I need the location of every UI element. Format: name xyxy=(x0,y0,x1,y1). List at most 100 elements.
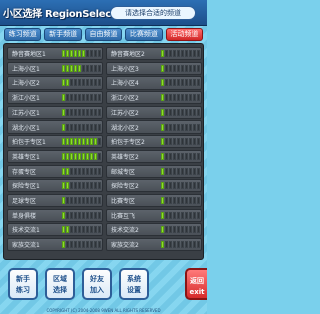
back-exit-button[interactable]: 返回 exit xyxy=(185,268,207,300)
server-load-meter xyxy=(161,94,200,102)
server-row[interactable]: 英雄专区1 xyxy=(7,149,103,163)
load-segment xyxy=(185,64,188,72)
load-segment xyxy=(82,94,85,102)
server-row[interactable]: 上海小区2 xyxy=(7,76,103,90)
friend-join-button[interactable]: 好友 加入 xyxy=(82,268,112,300)
load-segment xyxy=(161,50,164,58)
server-row[interactable]: 上海小区4 xyxy=(106,76,202,90)
load-segment xyxy=(98,138,101,146)
load-segment xyxy=(82,79,85,87)
region-select-button[interactable]: 区域 选择 xyxy=(45,268,75,300)
server-row[interactable]: 探险专区1 xyxy=(7,179,103,193)
load-segment xyxy=(181,241,184,249)
server-row[interactable]: 拍包于专区2 xyxy=(106,135,202,149)
server-row[interactable]: 家族交流1 xyxy=(7,237,103,252)
server-row[interactable]: 比赛互飞 xyxy=(106,208,202,222)
server-load-meter xyxy=(62,123,101,131)
load-segment xyxy=(169,123,172,131)
load-segment xyxy=(181,211,184,219)
load-segment xyxy=(165,108,168,116)
server-row[interactable]: 单身俱楼 xyxy=(7,208,103,222)
load-segment xyxy=(185,94,188,102)
tab-free[interactable]: 自由频道 xyxy=(84,28,123,41)
server-name: 拍包于专区1 xyxy=(12,139,46,147)
region-select-screen: 小区选择 RegionSelection 请选择合适的频道 练习频道 新手频道 … xyxy=(0,0,207,314)
tab-practice[interactable]: 练习频道 xyxy=(4,28,42,41)
tab-event[interactable]: 活动频道 xyxy=(165,28,204,41)
tab-novice[interactable]: 新手频道 xyxy=(44,28,82,41)
load-segment xyxy=(86,226,89,234)
novice-practice-button[interactable]: 新手 练习 xyxy=(8,268,38,300)
server-row[interactable]: 拍包于专区1 xyxy=(7,135,103,149)
server-name: 家族交流2 xyxy=(111,242,139,250)
tab-match[interactable]: 比赛频道 xyxy=(125,28,163,41)
load-segment xyxy=(173,167,176,175)
server-row[interactable]: 比赛专区 xyxy=(106,193,202,208)
server-row[interactable]: 英雄专区2 xyxy=(106,149,202,163)
server-row[interactable]: 浙江小区1 xyxy=(7,91,103,105)
bottom-toolbar: 新手 练习 区域 选择 好友 加入 系统 设置 返回 exit COPYRIGH… xyxy=(0,264,207,314)
load-segment xyxy=(62,226,65,234)
server-row[interactable]: 技术交流2 xyxy=(106,223,202,237)
load-segment xyxy=(78,152,81,160)
load-segment xyxy=(193,79,196,87)
server-row[interactable]: 上海小区3 xyxy=(106,61,202,75)
load-segment xyxy=(177,123,180,131)
load-segment xyxy=(94,196,97,204)
load-segment xyxy=(98,108,101,116)
load-segment xyxy=(161,182,164,190)
load-segment xyxy=(173,211,176,219)
server-row[interactable]: 上海小区1 xyxy=(7,61,103,75)
load-segment xyxy=(189,167,192,175)
header-bar: 小区选择 RegionSelection 请选择合适的频道 xyxy=(0,0,207,26)
server-row[interactable]: 静音赛地区1 xyxy=(7,47,103,61)
load-segment xyxy=(189,226,192,234)
load-segment xyxy=(90,94,93,102)
load-segment xyxy=(62,94,65,102)
load-segment xyxy=(165,152,168,160)
server-row[interactable]: 探险专区2 xyxy=(106,179,202,193)
load-segment xyxy=(161,241,164,249)
load-segment xyxy=(165,123,168,131)
load-segment xyxy=(90,211,93,219)
load-segment xyxy=(98,79,101,87)
load-segment xyxy=(86,108,89,116)
server-row[interactable]: 浙江小区2 xyxy=(106,91,202,105)
server-row[interactable]: 湖北小区1 xyxy=(7,120,103,134)
load-segment xyxy=(90,196,93,204)
load-segment xyxy=(189,108,192,116)
server-row[interactable]: 家族交流2 xyxy=(106,237,202,252)
server-row[interactable]: 江苏小区1 xyxy=(7,105,103,119)
load-segment xyxy=(165,94,168,102)
server-load-meter xyxy=(62,241,101,249)
server-name: 浙江小区1 xyxy=(12,95,40,103)
server-load-meter xyxy=(161,50,200,58)
load-segment xyxy=(78,196,81,204)
server-name: 英雄专区1 xyxy=(12,153,40,161)
server-row[interactable]: 存蛋专区 xyxy=(7,164,103,178)
load-segment xyxy=(169,226,172,234)
load-segment xyxy=(185,167,188,175)
load-segment xyxy=(169,211,172,219)
server-name: 比赛互飞 xyxy=(111,212,136,220)
load-segment xyxy=(165,226,168,234)
server-name: 湖北小区1 xyxy=(12,124,40,132)
load-segment xyxy=(165,196,168,204)
server-row[interactable]: 邮城专区 xyxy=(106,164,202,178)
load-segment xyxy=(98,196,101,204)
system-settings-button[interactable]: 系统 设置 xyxy=(119,268,149,300)
server-row[interactable]: 技术交流1 xyxy=(7,223,103,237)
load-segment xyxy=(90,241,93,249)
load-segment xyxy=(197,211,200,219)
server-name: 探险专区1 xyxy=(12,183,40,191)
load-segment xyxy=(74,94,77,102)
load-segment xyxy=(173,108,176,116)
server-row[interactable]: 足球专区 xyxy=(7,193,103,208)
server-row[interactable]: 江苏小区2 xyxy=(106,105,202,119)
load-segment xyxy=(66,152,69,160)
server-row[interactable]: 静音赛地区2 xyxy=(106,47,202,61)
server-load-meter xyxy=(161,241,200,249)
load-segment xyxy=(98,64,101,72)
server-row[interactable]: 湖北小区2 xyxy=(106,120,202,134)
load-segment xyxy=(82,167,85,175)
